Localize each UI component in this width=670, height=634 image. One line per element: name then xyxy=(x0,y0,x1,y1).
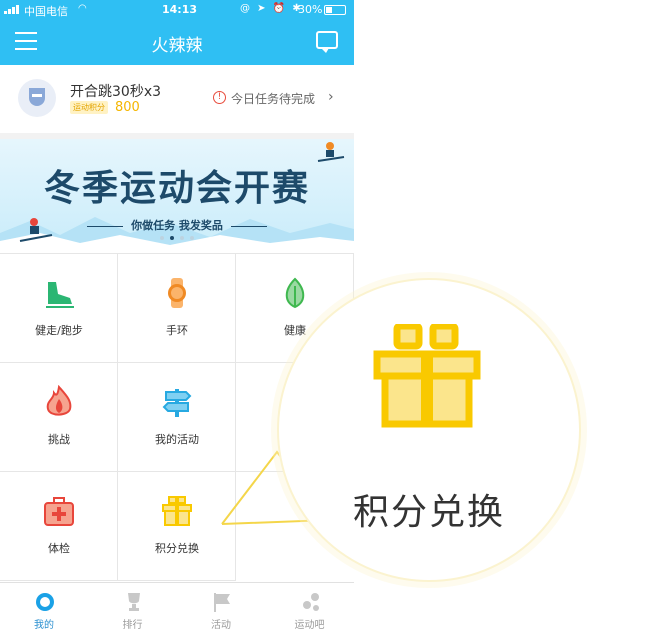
gift-icon xyxy=(373,324,481,428)
carrier-label: 中国电信 xyxy=(24,5,68,18)
trophy-icon xyxy=(123,591,145,613)
grid-item-label: 手环 xyxy=(166,324,188,337)
tab-item[interactable]: 排行 xyxy=(89,583,177,634)
gift-icon xyxy=(160,494,194,528)
carousel-dot[interactable] xyxy=(190,236,194,240)
carousel-dot[interactable] xyxy=(170,236,174,240)
message-icon[interactable] xyxy=(316,31,338,53)
tab-label: 我的 xyxy=(34,620,54,631)
banner-title: 冬季运动会开赛 xyxy=(43,167,310,209)
task-title: 开合跳30秒x3 xyxy=(70,84,162,100)
grid-item[interactable]: 体检 xyxy=(0,472,118,581)
grid-item-label: 健走/跑步 xyxy=(35,324,83,337)
tab-label: 运动吧 xyxy=(294,620,325,631)
battery-label: 30% xyxy=(298,3,323,16)
clock-label: 14:13 xyxy=(162,3,198,16)
promo-banner[interactable]: 冬季运动会开赛 你做任务 我发奖品 xyxy=(0,139,354,251)
dots-icon xyxy=(300,591,322,613)
magnifier-label: 积分兑换 xyxy=(352,492,505,533)
tab-label: 排行 xyxy=(122,620,143,631)
tab-item[interactable]: 运动吧 xyxy=(266,583,354,634)
grid-item-label: 我的活动 xyxy=(155,433,199,446)
status-icons: @ ➤ ⏰ ✱ xyxy=(240,3,303,14)
grid-item[interactable]: 健走/跑步 xyxy=(0,254,118,363)
battery-icon xyxy=(324,5,346,15)
wifi-icon: ◠ xyxy=(78,3,87,14)
grid-item[interactable]: 手环 xyxy=(118,254,236,363)
medical-kit-icon xyxy=(42,494,76,528)
phone-screen: 中国电信 ◠ 14:13 @ ➤ ⏰ ✱ 30% 火辣辣 开合跳30秒x3 运动… xyxy=(0,0,354,634)
band-icon xyxy=(160,276,194,310)
tab-item[interactable]: 我的 xyxy=(0,583,88,634)
task-points: 800 xyxy=(115,100,140,115)
grid-item-label: 挑战 xyxy=(48,433,70,446)
signpost-icon xyxy=(160,385,194,419)
tab-bar: 我的 排行 活动 运动吧 xyxy=(0,582,354,634)
ring-icon xyxy=(34,591,56,613)
grid-item[interactable]: 我的活动 xyxy=(118,363,236,472)
daily-task-row[interactable]: 开合跳30秒x3 运动积分 800 ! 今日任务待完成 › xyxy=(0,65,354,133)
chevron-right-icon: › xyxy=(328,89,334,105)
signal-icon xyxy=(4,5,19,14)
flame-icon xyxy=(42,384,76,419)
shoe-icon xyxy=(42,276,76,310)
leaf-icon xyxy=(278,276,312,310)
task-badge-icon xyxy=(18,79,56,117)
tab-item[interactable]: 活动 xyxy=(177,583,265,634)
grid-item[interactable]: 挑战 xyxy=(0,363,118,472)
carousel-dot[interactable] xyxy=(160,236,164,240)
screenshot-stage: 中国电信 ◠ 14:13 @ ➤ ⏰ ✱ 30% 火辣辣 开合跳30秒x3 运动… xyxy=(0,0,670,634)
task-status: 今日任务待完成 xyxy=(231,92,316,106)
zoom-magnifier: 积分兑换 xyxy=(277,278,581,582)
status-bar: 中国电信 ◠ 14:13 @ ➤ ⏰ ✱ 30% xyxy=(0,0,354,20)
grid-item-label: 体检 xyxy=(48,542,70,555)
flag-icon xyxy=(211,591,233,613)
carousel-dot[interactable] xyxy=(180,236,184,240)
carousel-dots[interactable] xyxy=(0,225,354,244)
page-title: 火辣辣 xyxy=(151,36,203,56)
nav-bar: 火辣辣 xyxy=(0,20,354,65)
tab-label: 活动 xyxy=(211,620,231,631)
grid-item-label: 积分兑换 xyxy=(155,542,199,555)
points-tag: 运动积分 xyxy=(70,101,108,114)
top-bar: 中国电信 ◠ 14:13 @ ➤ ⏰ ✱ 30% 火辣辣 xyxy=(0,0,354,65)
warning-icon: ! xyxy=(213,91,226,104)
grid-item[interactable]: 积分兑换 xyxy=(118,472,236,581)
